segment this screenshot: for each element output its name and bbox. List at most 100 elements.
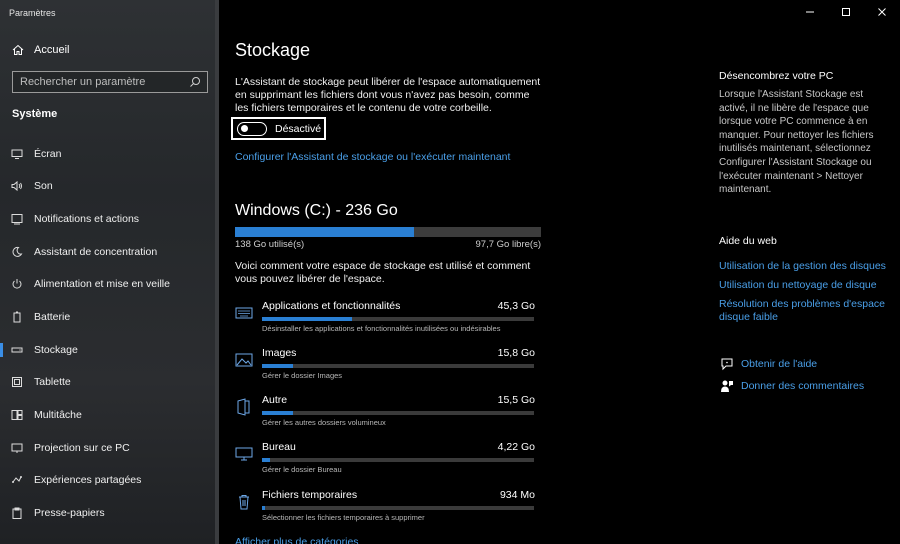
speaker-icon [0,180,34,192]
storage-sense-toggle[interactable]: Désactivé [231,117,326,140]
feedback-label: Donner des commentaires [741,380,865,392]
category-desktop[interactable]: Bureau 4,22 Go Gérer le dossier Bureau [233,441,535,483]
sidebar-item-label: Alimentation et mise en veille [34,278,170,290]
feedback-link[interactable]: Donner des commentaires [719,379,864,393]
sidebar-item-label: Presse-papiers [34,507,105,519]
get-help-link[interactable]: Obtenir de l'aide [719,357,817,371]
storage-sense-description: L'Assistant de stockage peut libérer de … [235,76,541,115]
category-size: 15,8 Go [497,347,535,359]
sidebar-item-projection[interactable]: Projection sur ce PC [0,436,215,460]
category-size: 15,5 Go [497,394,535,406]
category-other[interactable]: Autre 15,5 Go Gérer les autres dossiers … [233,394,535,436]
toggle-label: Désactivé [275,122,322,135]
category-description: Gérer le dossier Bureau [262,465,342,474]
home-link[interactable]: Accueil [12,42,69,58]
sidebar-item-label: Projection sur ce PC [34,442,130,454]
sidebar-item-notifications[interactable]: Notifications et actions [0,207,215,231]
feedback-icon [719,379,735,393]
chat-help-icon [719,357,735,371]
search-icon [190,77,200,87]
sidebar-item-multitasking[interactable]: Multitâche [0,403,215,427]
category-bar [262,364,534,368]
notification-icon [0,213,34,225]
shared-icon [0,474,34,486]
sidebar-item-clipboard[interactable]: Presse-papiers [0,501,215,525]
maximize-button[interactable] [828,0,864,24]
category-name: Applications et fonctionnalités [262,300,401,312]
sidebar: Paramètres Accueil Rechercher un paramèt… [0,0,219,544]
search-input[interactable]: Rechercher un paramètre [12,71,208,93]
sidebar-item-label: Stockage [34,344,78,356]
category-description: Désinstaller les applications et fonctio… [262,324,501,333]
sidebar-item-label: Assistant de concentration [34,246,158,258]
tablet-icon [0,376,34,388]
maximize-icon [842,8,850,16]
category-description: Gérer les autres dossiers volumineux [262,418,386,427]
help-link-disk-cleanup[interactable]: Utilisation du nettoyage de disque [719,279,889,292]
close-icon [878,8,886,16]
multitask-icon [0,409,34,421]
storage-icon [0,344,34,356]
projection-icon [0,442,34,454]
get-help-label: Obtenir de l'aide [741,358,818,370]
sidebar-item-tablet[interactable]: Tablette [0,370,215,394]
toggle-switch[interactable] [237,121,267,136]
close-button[interactable] [864,0,900,24]
category-name: Fichiers temporaires [262,489,358,501]
category-description: Sélectionner les fichiers temporaires à … [262,513,425,522]
sidebar-item-label: Batterie [34,311,71,323]
drive-usage-fill [235,227,414,237]
help-link-low-disk-space[interactable]: Résolution des problèmes d'espace disque… [719,298,889,324]
minimize-icon [806,11,814,13]
folder-icon [233,397,255,417]
drive-title: Windows (C:) - 236 Go [235,202,398,219]
display-icon [0,148,34,160]
search-placeholder: Rechercher un paramètre [20,76,146,88]
clipboard-icon [0,507,34,519]
category-size: 45,3 Go [497,300,535,312]
image-icon [233,350,255,370]
home-icon [12,44,24,55]
category-bar [262,317,534,321]
category-images[interactable]: Images 15,8 Go Gérer le dossier Images [233,347,535,389]
power-icon [0,278,34,290]
keyboard-icon [233,303,255,323]
category-temp-files[interactable]: Fichiers temporaires 934 Mo Sélectionner… [233,489,535,531]
drive-used-label: 138 Go utilisé(s) [235,239,305,250]
category-apps[interactable]: Applications et fonctionnalités 45,3 Go … [233,300,535,342]
section-heading: Système [12,108,58,120]
category-bar-fill [262,458,271,462]
category-bar-fill [262,506,265,510]
sidebar-item-label: Son [34,180,53,192]
help-link-disk-management[interactable]: Utilisation de la gestion des disques [719,260,889,273]
window-controls [792,0,900,24]
minimize-button[interactable] [792,0,828,24]
sidebar-item-label: Tablette [34,376,71,388]
show-more-categories-link[interactable]: Afficher plus de catégories [235,536,359,544]
battery-icon [0,311,34,323]
sidebar-item-label: Notifications et actions [34,213,140,225]
declutter-title: Désencombrez votre PC [719,70,834,82]
sidebar-item-focus-assist[interactable]: Assistant de concentration [0,240,215,264]
sidebar-item-shared-experiences[interactable]: Expériences partagées [0,468,215,492]
configure-storage-sense-link[interactable]: Configurer l'Assistant de stockage ou l'… [235,151,510,163]
category-bar [262,411,534,415]
sidebar-item-sound[interactable]: Son [0,174,215,198]
sidebar-item-battery[interactable]: Batterie [0,305,215,329]
category-bar [262,506,534,510]
web-help-title: Aide du web [719,235,777,247]
toggle-knob [241,125,248,132]
page-title: Stockage [235,40,311,60]
sidebar-item-power[interactable]: Alimentation et mise en veille [0,272,215,296]
category-bar-fill [262,317,352,321]
window-title: Paramètres [9,8,56,18]
category-size: 4,22 Go [497,441,535,453]
moon-icon [0,246,34,258]
sidebar-item-storage[interactable]: Stockage [0,338,215,362]
sidebar-item-label: Écran [34,148,62,160]
drive-description: Voici comment votre espace de stockage e… [235,260,531,285]
drive-usage-bar [235,227,541,237]
sidebar-item-display[interactable]: Écran [0,142,215,166]
sidebar-item-label: Multitâche [34,409,82,421]
desktop-icon [233,444,255,464]
